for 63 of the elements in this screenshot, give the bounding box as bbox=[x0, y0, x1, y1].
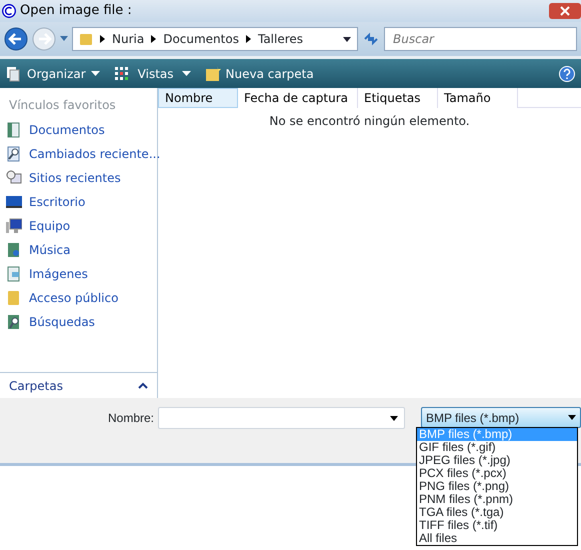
dropdown-option[interactable]: PNM files (*.pnm) bbox=[417, 493, 577, 506]
toolbar-button[interactable]: Vistas bbox=[114, 64, 191, 82]
sidebar-item[interactable]: Música bbox=[0, 238, 157, 262]
sidebar-item[interactable]: Escritorio bbox=[0, 190, 157, 214]
toolbar-button[interactable]: Nueva carpeta bbox=[204, 64, 314, 82]
dropdown-option[interactable]: PCX files (*.pcx) bbox=[417, 467, 577, 480]
chevron-icon bbox=[100, 35, 105, 43]
sidebar-item[interactable]: Documentos bbox=[0, 118, 157, 142]
folder-icon bbox=[204, 66, 221, 82]
filetype-dropdown[interactable]: BMP files (*.bmp) bbox=[420, 407, 581, 428]
caret-icon bbox=[60, 36, 68, 42]
monitor-icon bbox=[6, 194, 22, 210]
chevron-up-icon bbox=[138, 382, 148, 389]
sidebar-item[interactable]: Acceso público bbox=[0, 286, 157, 310]
column-header[interactable]: Nombre bbox=[158, 88, 238, 108]
toolbar-button[interactable]: Organizar bbox=[6, 64, 100, 82]
column-header[interactable]: Etiquetas bbox=[358, 88, 438, 108]
sidebar-item[interactable]: Cambiados reciente... bbox=[0, 142, 157, 166]
dropdown-option[interactable]: All files bbox=[417, 532, 577, 545]
empty-message: No se encontró ningún elemento. bbox=[268, 113, 471, 130]
sidebar-item[interactable]: Equipo bbox=[0, 214, 157, 238]
document-icon bbox=[6, 122, 22, 138]
breadcrumb-item[interactable]: Nuria bbox=[112, 30, 144, 48]
help-icon[interactable] bbox=[559, 66, 575, 82]
dropdown-option[interactable]: PNG files (*.png) bbox=[417, 480, 577, 493]
filename-label: Nombre: bbox=[108, 410, 154, 427]
window-title: Open image file : bbox=[20, 2, 132, 20]
picture-icon bbox=[6, 266, 22, 282]
caret-icon bbox=[90, 71, 100, 76]
magnifier-icon bbox=[6, 314, 22, 330]
dropdown-option[interactable]: JPEG files (*.jpg) bbox=[417, 454, 577, 467]
dropdown-option[interactable]: GIF files (*.gif) bbox=[417, 441, 577, 454]
sidebar-item[interactable]: Sitios recientes bbox=[0, 166, 157, 190]
computer-icon bbox=[6, 218, 22, 234]
grid-icon bbox=[114, 66, 130, 82]
back-icon[interactable] bbox=[4, 27, 28, 51]
sidebar-item[interactable]: Imágenes bbox=[0, 262, 157, 286]
chevron-icon bbox=[246, 35, 251, 43]
sidebar-heading: Vínculos favoritos bbox=[8, 97, 117, 114]
sidebar-item[interactable]: Búsquedas bbox=[0, 310, 157, 334]
filename-field[interactable] bbox=[158, 407, 405, 429]
app-icon bbox=[2, 4, 16, 18]
pages-icon bbox=[6, 66, 22, 82]
search-field[interactable]: Buscar bbox=[384, 27, 577, 51]
folders-label[interactable]: Carpetas bbox=[9, 376, 63, 394]
chevron-icon bbox=[151, 35, 156, 43]
refresh-icon[interactable] bbox=[362, 30, 380, 48]
breadcrumb-item[interactable]: Talleres bbox=[258, 30, 304, 48]
caret-icon bbox=[182, 71, 191, 76]
column-header[interactable]: Fecha de captura bbox=[238, 88, 358, 108]
address-field[interactable]: Nuria Documentos Talleres bbox=[72, 27, 358, 51]
breadcrumb-item[interactable]: Documentos bbox=[163, 30, 239, 48]
caret-icon bbox=[343, 36, 351, 42]
close-icon[interactable] bbox=[549, 3, 581, 19]
music-icon bbox=[6, 242, 22, 258]
magnifier-icon bbox=[6, 146, 22, 162]
column-header[interactable]: Tamaño bbox=[438, 88, 518, 108]
folder-icon bbox=[79, 32, 93, 46]
caret-icon bbox=[390, 416, 398, 420]
dropdown-option[interactable]: TGA files (*.tga) bbox=[417, 506, 577, 519]
folder-icon bbox=[6, 290, 22, 306]
dropdown-option[interactable]: TIFF files (*.tif) bbox=[417, 519, 577, 532]
caret-icon bbox=[568, 415, 576, 420]
